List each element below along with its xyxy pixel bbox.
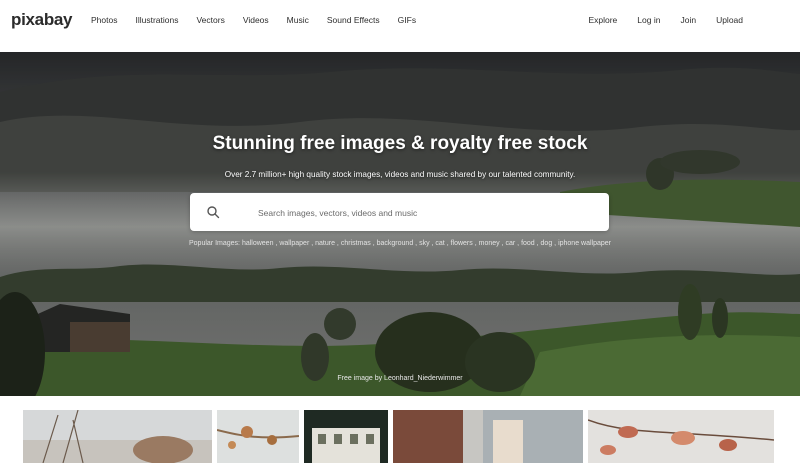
hero-title: Stunning free images & royalty free stoc… <box>212 133 588 154</box>
image-credit[interactable]: Free image by Leonhard_Niederwimmer <box>0 375 800 382</box>
popular-tag-nature[interactable]: nature <box>315 240 335 247</box>
upload-link[interactable]: Upload <box>716 15 743 25</box>
nav-illustrations[interactable]: Illustrations <box>135 15 178 25</box>
search-bar[interactable] <box>190 193 609 231</box>
popular-tag-car[interactable]: car <box>505 240 515 247</box>
pixabay-logo[interactable]: pixabay <box>11 10 73 30</box>
nav-vectors[interactable]: Vectors <box>196 15 224 25</box>
nav-music[interactable]: Music <box>287 15 309 25</box>
nav-sound-effects[interactable]: Sound Effects <box>327 15 380 25</box>
hero-banner: Stunning free images & royalty free stoc… <box>0 52 800 396</box>
popular-label: Popular Images: <box>189 240 240 247</box>
thumb-autumn-branch[interactable] <box>217 410 299 463</box>
thumb-autumn-leaves-image <box>588 410 774 463</box>
popular-tag-sky[interactable]: sky <box>419 240 430 247</box>
nav-photos[interactable]: Photos <box>91 15 117 25</box>
thumb-building-image <box>304 410 388 463</box>
popular-tag-halloween[interactable]: halloween <box>242 240 274 247</box>
popular-tag-iphone-wallpaper[interactable]: iphone wallpaper <box>558 240 611 247</box>
popular-images: Popular Images: halloween , wallpaper , … <box>189 240 611 247</box>
search-input[interactable] <box>256 202 590 224</box>
join-link[interactable]: Join <box>680 15 696 25</box>
login-link[interactable]: Log in <box>637 15 660 25</box>
popular-tag-christmas[interactable]: christmas <box>341 240 371 247</box>
image-grid <box>0 396 800 463</box>
nav-videos[interactable]: Videos <box>243 15 269 25</box>
thumb-dry-grass[interactable] <box>23 410 212 463</box>
popular-tag-food[interactable]: food <box>521 240 535 247</box>
popular-tag-flowers[interactable]: flowers <box>451 240 473 247</box>
thumb-hand-bag[interactable] <box>393 410 583 463</box>
thumb-dry-grass-image <box>23 410 212 463</box>
popular-tag-dog[interactable]: dog <box>541 240 553 247</box>
top-navbar: pixabay Photos Illustrations Vectors Vid… <box>0 0 800 42</box>
nav-explore[interactable]: Explore <box>588 15 617 25</box>
thumb-hand-bag-image <box>393 410 583 463</box>
search-icon[interactable] <box>206 205 220 219</box>
popular-tag-cat[interactable]: cat <box>435 240 444 247</box>
popular-tag-background[interactable]: background <box>377 240 414 247</box>
thumb-autumn-branch-image <box>217 410 299 463</box>
thumb-building[interactable] <box>304 410 388 463</box>
main-nav: Photos Illustrations Vectors Videos Musi… <box>91 15 434 25</box>
account-nav: Explore Log in Join Upload <box>568 15 743 25</box>
popular-tag-money[interactable]: money <box>479 240 500 247</box>
nav-gifs[interactable]: GIFs <box>398 15 416 25</box>
popular-tag-wallpaper[interactable]: wallpaper <box>279 240 309 247</box>
hero-subtitle: Over 2.7 million+ high quality stock ima… <box>224 170 576 179</box>
thumb-autumn-leaves[interactable] <box>588 410 774 463</box>
